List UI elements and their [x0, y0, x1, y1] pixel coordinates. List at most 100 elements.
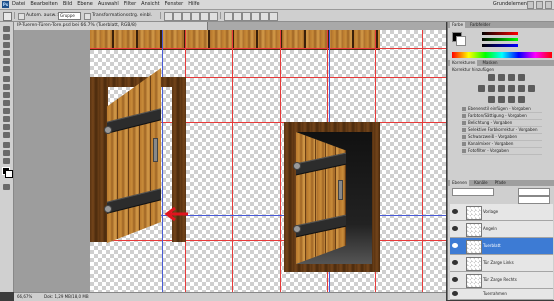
photoshop-logo-icon[interactable]: Ps [2, 1, 9, 8]
list-item[interactable]: Farbton/Sättigung - Vorgaben [462, 113, 542, 120]
brush-tool-icon[interactable] [3, 84, 10, 90]
menu-ansicht[interactable]: Ansicht [141, 1, 159, 8]
tab-adjustments[interactable]: Korrekturen [450, 60, 478, 66]
auto-select-checkbox[interactable] [18, 13, 25, 20]
color-spectrum-bar[interactable] [452, 52, 552, 58]
move-tool-icon[interactable] [3, 12, 12, 21]
type-tool-icon[interactable] [3, 150, 10, 156]
move-tool-icon[interactable] [3, 26, 10, 32]
eraser-tool-icon[interactable] [3, 108, 10, 114]
crop-tool-icon[interactable] [3, 58, 10, 64]
distribute-right-icon[interactable] [269, 12, 278, 21]
close-button[interactable] [545, 1, 552, 9]
blue-slider[interactable] [482, 44, 518, 47]
align-top-icon[interactable] [164, 12, 173, 21]
guide-vertical [232, 30, 233, 292]
fill-field[interactable] [518, 196, 550, 204]
eye-icon[interactable] [452, 277, 458, 282]
gradient-tool-icon[interactable] [3, 116, 10, 122]
red-slider[interactable] [482, 32, 518, 35]
canvas-area[interactable] [14, 30, 446, 292]
distribute-top-icon[interactable] [224, 12, 233, 21]
levels-icon[interactable] [498, 74, 505, 81]
invert-icon[interactable] [488, 96, 495, 103]
layer-row[interactable]: Angeln [450, 221, 553, 238]
menu-fenster[interactable]: Fenster [165, 1, 184, 8]
color-balance-icon[interactable] [498, 85, 505, 92]
vibrance-icon[interactable] [478, 85, 485, 92]
threshold-icon[interactable] [508, 96, 515, 103]
tab-channels[interactable]: Kanäle [472, 180, 490, 186]
tab-masks[interactable]: Masken [480, 60, 499, 66]
gradient-map-icon[interactable] [518, 96, 525, 103]
align-left-icon[interactable] [191, 12, 200, 21]
distribute-vcenter-icon[interactable] [233, 12, 242, 21]
auto-select-dropdown[interactable]: Gruppe [58, 12, 81, 20]
list-item[interactable]: Fotofilter - Vorgaben [462, 148, 542, 155]
layer-row[interactable]: Tür Zarge Rechts [450, 272, 553, 289]
blur-tool-icon[interactable] [3, 124, 10, 130]
layer-row[interactable]: Tuerrahmen [450, 289, 553, 300]
document-tab[interactable]: IP-Tueren-Türen-Tore.psd bei 66.7% (Tuer… [14, 22, 208, 30]
layer-row[interactable]: Vorlage [450, 204, 553, 221]
align-hcenter-icon[interactable] [200, 12, 209, 21]
black-white-icon[interactable] [508, 85, 515, 92]
dodge-tool-icon[interactable] [3, 132, 10, 138]
opacity-field[interactable] [518, 188, 550, 196]
list-item[interactable]: Kanalmixer - Vorgaben [462, 141, 542, 148]
align-right-icon[interactable] [209, 12, 218, 21]
transform-checkbox[interactable] [84, 13, 91, 20]
menu-bearbeiten[interactable]: Bearbeiten [30, 1, 57, 8]
eye-icon[interactable] [452, 226, 458, 231]
pen-tool-icon[interactable] [3, 142, 10, 148]
hue-saturation-icon[interactable] [488, 85, 495, 92]
menu-ebene[interactable]: Ebene [77, 1, 93, 8]
blend-mode-dropdown[interactable] [452, 188, 494, 196]
brightness-contrast-icon[interactable] [488, 74, 495, 81]
curves-icon[interactable] [508, 74, 515, 81]
eyedropper-tool-icon[interactable] [3, 66, 10, 72]
quick-mask-icon[interactable] [3, 184, 10, 190]
document-canvas[interactable] [90, 30, 446, 292]
photo-filter-icon[interactable] [518, 85, 525, 92]
clone-stamp-tool-icon[interactable] [3, 92, 10, 98]
menu-datei[interactable]: Datei [12, 1, 25, 8]
exposure-icon[interactable] [518, 74, 525, 81]
list-item[interactable]: Schwarzweiß - Vorgaben [462, 134, 542, 141]
path-selection-tool-icon[interactable] [3, 158, 10, 164]
color-panel-background[interactable] [456, 36, 466, 46]
green-slider[interactable] [482, 38, 518, 41]
tab-swatches[interactable]: Farbfelder [468, 22, 492, 28]
tab-paths[interactable]: Pfade [493, 180, 508, 186]
magic-wand-tool-icon[interactable] [3, 50, 10, 56]
tab-color[interactable]: Farbe [450, 22, 466, 28]
tab-layers[interactable]: Ebenen [450, 180, 470, 186]
minimize-button[interactable] [527, 1, 534, 9]
marquee-tool-icon[interactable] [3, 34, 10, 40]
distribute-hcenter-icon[interactable] [260, 12, 269, 21]
maximize-button[interactable] [536, 1, 543, 9]
align-vcenter-icon[interactable] [173, 12, 182, 21]
menu-auswahl[interactable]: Auswahl [98, 1, 119, 8]
menu-filter[interactable]: Filter [124, 1, 136, 8]
layer-row-selected[interactable]: Tuerblatt [450, 238, 553, 255]
lasso-tool-icon[interactable] [3, 42, 10, 48]
distribute-left-icon[interactable] [251, 12, 260, 21]
list-item[interactable]: Ebenenstil einfügen - Vorgaben [462, 106, 542, 113]
channel-mixer-icon[interactable] [528, 85, 535, 92]
eye-icon[interactable] [452, 291, 458, 296]
healing-brush-tool-icon[interactable] [3, 76, 10, 82]
layer-row[interactable]: Tür Zarge Links [450, 255, 553, 272]
eye-icon[interactable] [452, 243, 458, 248]
menu-hilfe[interactable]: Hilfe [188, 1, 199, 8]
distribute-bottom-icon[interactable] [242, 12, 251, 21]
eye-icon[interactable] [452, 260, 458, 265]
background-color-swatch[interactable] [5, 170, 13, 178]
align-bottom-icon[interactable] [182, 12, 191, 21]
menu-bild[interactable]: Bild [63, 1, 72, 8]
eye-icon[interactable] [452, 209, 458, 214]
posterize-icon[interactable] [498, 96, 505, 103]
list-item[interactable]: Selektive Farbkorrektur - Vorgaben [462, 127, 542, 134]
history-brush-tool-icon[interactable] [3, 100, 10, 106]
list-item[interactable]: Belichtung - Vorgaben [462, 120, 542, 127]
